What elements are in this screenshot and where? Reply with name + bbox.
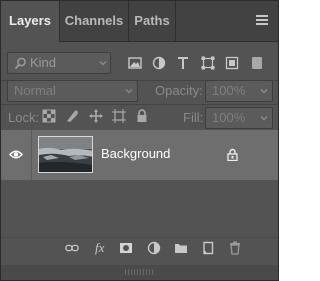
shape-filter-icon[interactable]	[201, 56, 215, 70]
layer-lock-icon	[227, 148, 238, 161]
adjustment-filter-icon[interactable]	[152, 56, 166, 70]
chevron-down-icon	[125, 89, 133, 94]
link-layers-icon[interactable]	[65, 241, 79, 255]
lock-image-icon[interactable]	[65, 109, 79, 123]
smart-object-filter-icon[interactable]	[225, 56, 239, 70]
opacity-value: 100%	[212, 83, 246, 98]
tab-bar: Layers Channels Paths	[1, 1, 278, 42]
layer-thumbnail	[38, 136, 93, 173]
fx-icon[interactable]: fx	[95, 240, 104, 256]
chevron-down-icon	[260, 89, 268, 94]
lock-artboard-icon[interactable]	[112, 109, 126, 123]
panel-menu-icon[interactable]	[256, 15, 268, 25]
lock-label: Lock:	[8, 110, 40, 125]
new-layer-icon[interactable]	[201, 241, 215, 255]
tab-channels[interactable]: Channels	[60, 1, 128, 41]
fill-label: Fill:	[183, 110, 204, 125]
pixel-filter-icon[interactable]	[128, 56, 142, 70]
fill-value: 100%	[212, 110, 246, 125]
delete-trash-icon[interactable]	[228, 241, 242, 255]
panel-resize-grip[interactable]	[1, 265, 278, 280]
chevron-down-icon	[260, 116, 268, 121]
opacity-label: Opacity:	[155, 83, 203, 98]
group-folder-icon[interactable]	[174, 241, 188, 255]
blend-mode-value: Normal	[14, 83, 56, 98]
eye-icon	[9, 150, 23, 159]
opacity-field[interactable]: 100%	[205, 80, 273, 102]
chevron-down-icon	[99, 61, 107, 66]
fill-field[interactable]: 100%	[205, 107, 273, 129]
adjustment-layer-icon[interactable]	[147, 241, 161, 255]
filter-toggle-icon[interactable]	[252, 57, 262, 69]
tab-layers[interactable]: Layers	[1, 1, 59, 42]
filter-kind-select[interactable]: Kind	[7, 52, 111, 74]
search-icon	[14, 57, 26, 70]
filter-kind-label: Kind	[30, 55, 57, 70]
layer-row-background[interactable]: Background	[1, 130, 278, 180]
tab-paths[interactable]: Paths	[129, 1, 175, 41]
visibility-toggle[interactable]	[1, 130, 32, 180]
layer-name: Background	[101, 146, 171, 161]
lock-transparent-icon[interactable]	[42, 109, 56, 123]
layers-panel: Layers Channels Paths Kind Normal Opacit…	[0, 0, 279, 281]
lock-all-icon[interactable]	[135, 109, 149, 123]
layer-mask-icon[interactable]	[119, 241, 133, 255]
lock-position-icon[interactable]	[89, 109, 103, 123]
blend-mode-select[interactable]: Normal	[7, 80, 138, 102]
type-filter-icon[interactable]	[176, 56, 190, 70]
